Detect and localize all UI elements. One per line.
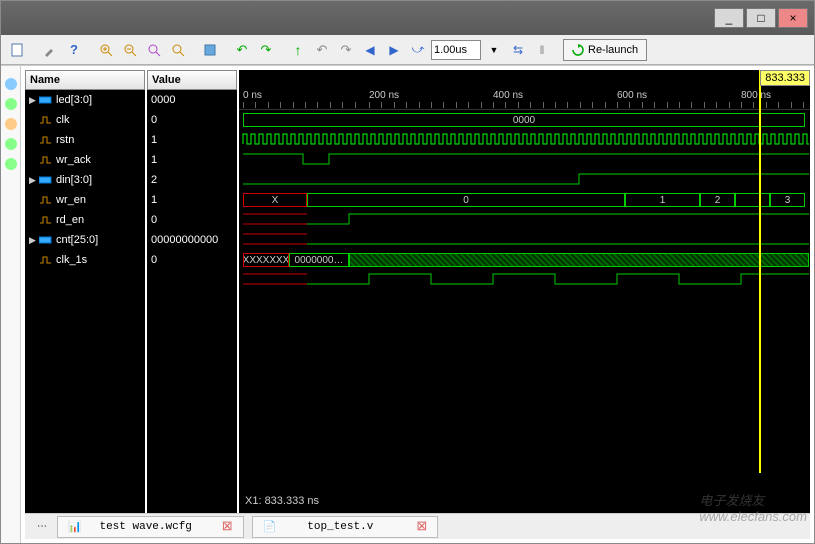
expand-icon[interactable]: ▶: [29, 175, 39, 186]
close-button[interactable]: ×: [778, 8, 808, 28]
marker-icon[interactable]: [199, 39, 221, 61]
value-panel: Value 0000011210000000000000: [147, 70, 237, 513]
cursor-line[interactable]: [759, 70, 761, 473]
gutter-dot[interactable]: [5, 158, 17, 170]
zoom-fit-icon[interactable]: [143, 39, 165, 61]
bus-icon: [39, 234, 53, 246]
tab-close-icon[interactable]: ⊠: [222, 519, 233, 534]
refresh-icon: [572, 44, 584, 56]
relaunch-button[interactable]: Re-launch: [563, 39, 647, 61]
forward-icon[interactable]: ↷: [255, 39, 277, 61]
bit-icon: [39, 114, 53, 126]
zoom-cursor-icon[interactable]: [167, 39, 189, 61]
prev-edge-icon[interactable]: ↶: [311, 39, 333, 61]
value-cell: 2: [147, 170, 237, 190]
signal-row[interactable]: wr_ack: [25, 150, 145, 170]
zoom-out-icon[interactable]: [119, 39, 141, 61]
value-cell: 0: [147, 250, 237, 270]
back-icon[interactable]: ↶: [231, 39, 253, 61]
wave-icon: 📊: [68, 520, 82, 534]
signal-row[interactable]: ▶led[3:0]: [25, 90, 145, 110]
expand-icon[interactable]: ▶: [29, 235, 39, 246]
file-tab[interactable]: 📊test wave.wcfg⊠: [57, 516, 244, 538]
cursor-time-label: 833.333: [760, 70, 810, 86]
bit-icon: [39, 134, 53, 146]
signal-row[interactable]: wr_en: [25, 190, 145, 210]
gutter-dot[interactable]: [5, 118, 17, 130]
left-gutter: [1, 66, 21, 543]
gutter-dot[interactable]: [5, 98, 17, 110]
signal-row[interactable]: rd_en: [25, 210, 145, 230]
titlebar: _ □ ×: [1, 1, 814, 35]
value-cell: 00000000000: [147, 230, 237, 250]
minimize-button[interactable]: _: [714, 8, 744, 28]
expand-icon[interactable]: ▶: [29, 95, 39, 106]
bit-icon: [39, 254, 53, 266]
bit-icon: [39, 214, 53, 226]
pause-icon[interactable]: ‖: [531, 39, 553, 61]
watermark: 电子发烧友 www.elecfans.com: [699, 490, 807, 524]
wrench-icon[interactable]: [39, 39, 61, 61]
maximize-button[interactable]: □: [746, 8, 776, 28]
signal-row[interactable]: rstn: [25, 130, 145, 150]
tab-bar: ⋯ 📊test wave.wcfg⊠ 📄top_test.v⊠: [25, 513, 810, 539]
time-input[interactable]: [431, 40, 481, 60]
name-panel: Name ▶led[3:0]clkrstnwr_ack▶din[3:0]wr_e…: [25, 70, 145, 513]
wave-panel[interactable]: 833.333 0 ns200 ns400 ns600 ns800 ns 000…: [239, 70, 810, 513]
value-cell: 0: [147, 210, 237, 230]
tab-close-icon[interactable]: ⊠: [416, 519, 427, 534]
help-icon[interactable]: ?: [63, 39, 85, 61]
value-cell: 1: [147, 190, 237, 210]
name-header[interactable]: Name: [25, 70, 145, 90]
signal-row[interactable]: ▶cnt[25:0]: [25, 230, 145, 250]
next-edge-icon[interactable]: ↷: [335, 39, 357, 61]
signal-row[interactable]: clk_1s: [25, 250, 145, 270]
toolbar: ? ↶ ↷ ↑ ↶ ↷ ◀ ▶ ⤻ ▼ ⇆ ‖ Re-launch: [1, 35, 814, 65]
bus-icon: [39, 94, 53, 106]
value-cell: 1: [147, 130, 237, 150]
value-cell: 0000: [147, 90, 237, 110]
signal-row[interactable]: ▶din[3:0]: [25, 170, 145, 190]
file-icon: 📄: [263, 520, 277, 534]
time-dropdown-icon[interactable]: ▼: [483, 39, 505, 61]
gutter-dot[interactable]: [5, 78, 17, 90]
signal-row[interactable]: clk: [25, 110, 145, 130]
prev-trans-icon[interactable]: ◀: [359, 39, 381, 61]
zoom-in-icon[interactable]: [95, 39, 117, 61]
gutter-dot[interactable]: [5, 138, 17, 150]
time-ruler[interactable]: 0 ns200 ns400 ns600 ns800 ns: [239, 88, 810, 110]
file-tab[interactable]: 📄top_test.v⊠: [252, 516, 439, 538]
add-marker-icon[interactable]: ↑: [287, 39, 309, 61]
next-trans-icon[interactable]: ▶: [383, 39, 405, 61]
tab-scroll-icon[interactable]: ⋯: [31, 516, 53, 538]
value-cell: 1: [147, 150, 237, 170]
value-header[interactable]: Value: [147, 70, 237, 90]
bit-icon: [39, 154, 53, 166]
swap-icon[interactable]: ⇆: [507, 39, 529, 61]
bus-icon: [39, 174, 53, 186]
bit-icon: [39, 194, 53, 206]
goto-time-icon[interactable]: ⤻: [407, 39, 429, 61]
new-icon[interactable]: [7, 39, 29, 61]
value-cell: 0: [147, 110, 237, 130]
